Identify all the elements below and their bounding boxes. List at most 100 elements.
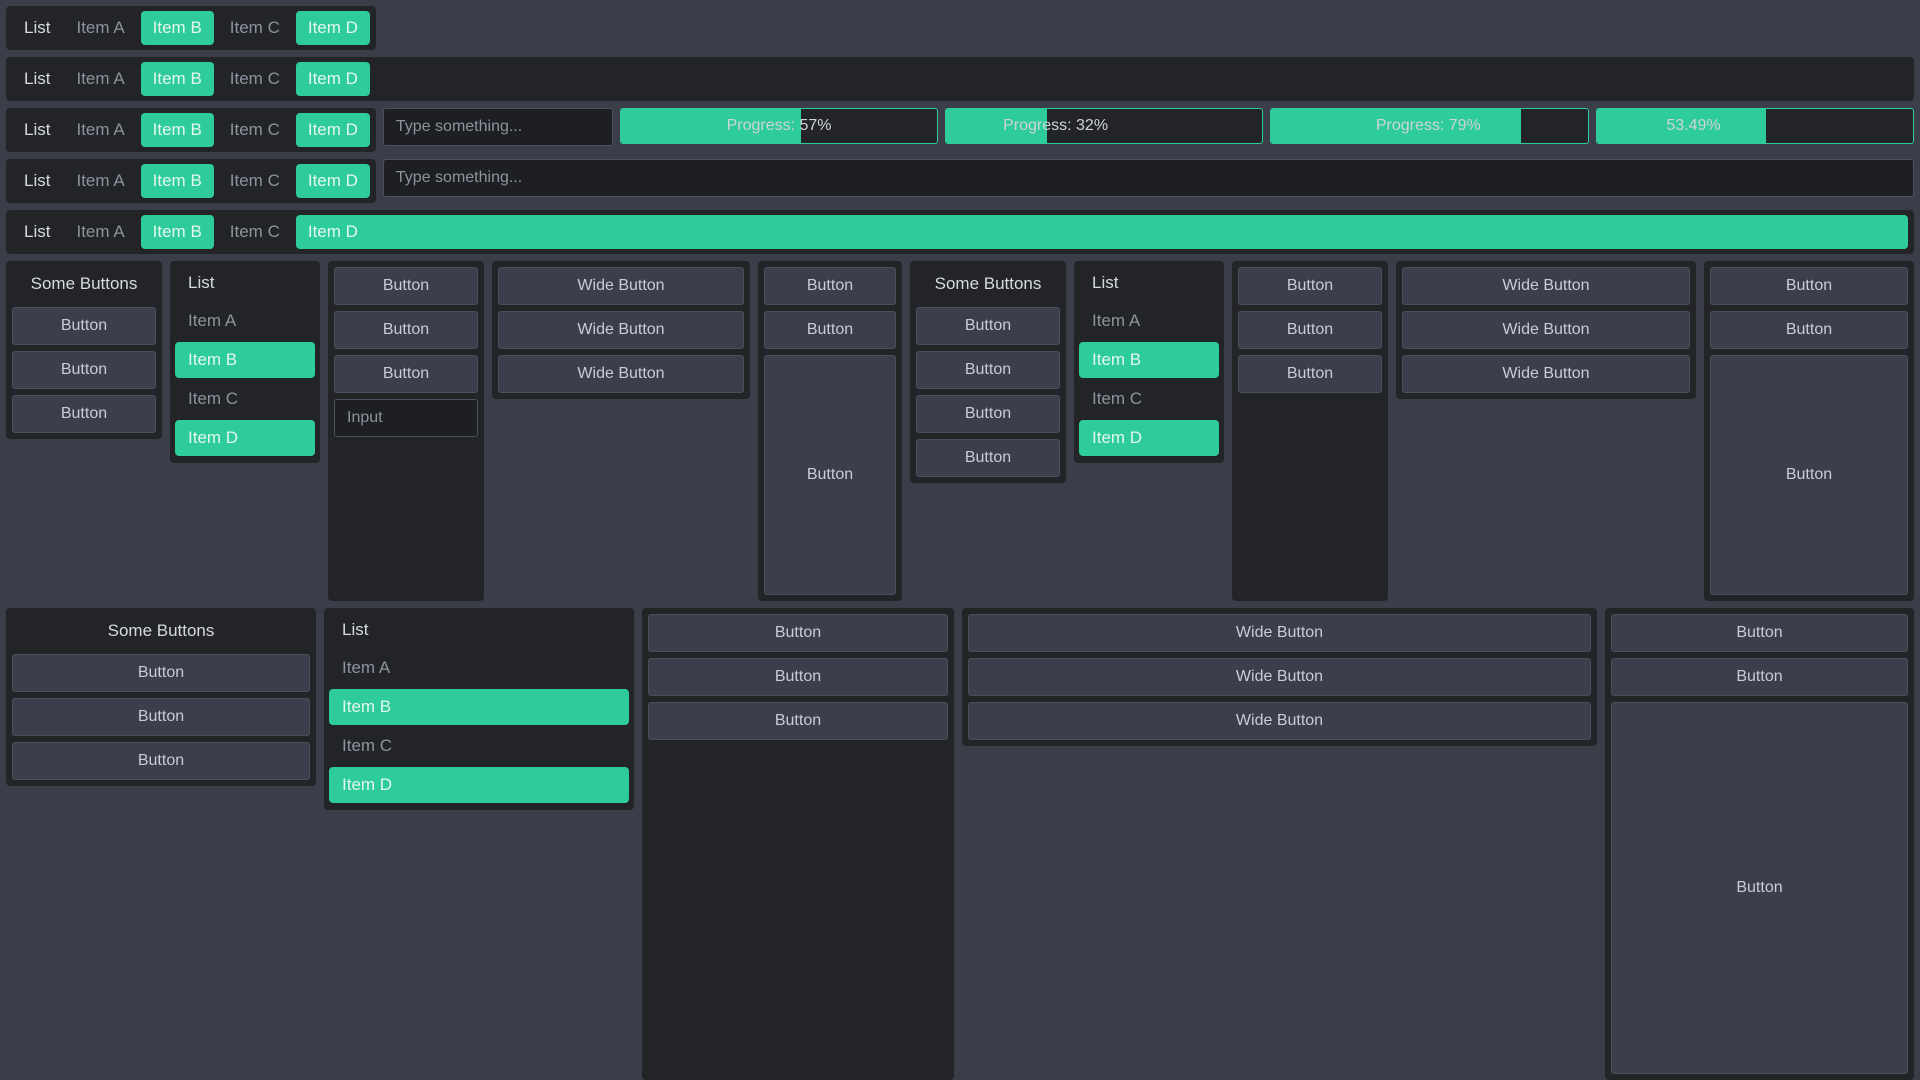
vertical-list-2: List Item A Item B Item C Item D: [1074, 261, 1224, 463]
bar-row-4: List Item A Item B Item C Item D Type so…: [6, 159, 1914, 203]
list-item-c[interactable]: Item C: [218, 62, 292, 96]
list-item-d[interactable]: Item D: [295, 62, 370, 96]
button-stack-3: Button Button Button: [1232, 261, 1388, 601]
button[interactable]: Button: [1710, 311, 1908, 349]
horizontal-list-5: List Item A Item B Item C Item D: [6, 210, 1914, 254]
button[interactable]: Button: [334, 355, 478, 393]
vertical-list-3: List Item A Item B Item C Item D: [324, 608, 634, 810]
list-item-b[interactable]: Item B: [140, 215, 214, 249]
progress-bar-1[interactable]: Progress: 57%: [619, 108, 939, 144]
button[interactable]: Button: [648, 658, 948, 696]
list-item-a[interactable]: Item A: [64, 113, 136, 147]
wide-button[interactable]: Wide Button: [1402, 267, 1690, 305]
tall-button[interactable]: Button: [764, 355, 896, 595]
bar-row-3: List Item A Item B Item C Item D Type so…: [6, 108, 1915, 152]
button[interactable]: Button: [1238, 311, 1382, 349]
list-title: List: [24, 171, 51, 190]
wide-button[interactable]: Wide Button: [968, 702, 1591, 740]
list-item-d[interactable]: Item D: [295, 11, 370, 45]
list-item-c[interactable]: Item C: [1079, 381, 1219, 417]
list-item-d[interactable]: Item D: [295, 215, 1908, 249]
bottom-band: Some Buttons Button Button Button List I…: [6, 608, 1914, 1080]
list-item-d[interactable]: Item D: [295, 164, 370, 198]
button[interactable]: Button: [334, 311, 478, 349]
button[interactable]: Button: [1710, 267, 1908, 305]
wide-button-group-2: Wide Button Wide Button Wide Button: [1396, 261, 1696, 399]
list-item-a[interactable]: Item A: [64, 62, 136, 96]
list-item-a[interactable]: Item A: [175, 303, 315, 339]
group-title: Some Buttons: [30, 274, 138, 293]
wide-button[interactable]: Wide Button: [498, 311, 744, 349]
list-item-d[interactable]: Item D: [295, 113, 370, 147]
button[interactable]: Button: [1611, 614, 1908, 652]
button-group-1: Some Buttons Button Button Button: [6, 261, 162, 439]
list-item-b[interactable]: Item B: [329, 689, 629, 725]
tall-button[interactable]: Button: [1710, 355, 1908, 595]
list-item-b[interactable]: Item B: [140, 164, 214, 198]
button[interactable]: Button: [12, 698, 310, 736]
button[interactable]: Button: [12, 742, 310, 780]
list-item-b[interactable]: Item B: [140, 113, 214, 147]
list-item-a[interactable]: Item A: [64, 215, 136, 249]
button-stack-6: Button Button Button: [1605, 608, 1914, 1080]
button[interactable]: Button: [764, 267, 896, 305]
progress-label: Progress: 32%: [1003, 117, 1109, 134]
wide-button[interactable]: Wide Button: [1402, 311, 1690, 349]
list-item-a[interactable]: Item A: [64, 11, 136, 45]
progress-bar-3[interactable]: Progress: 79%: [1270, 108, 1589, 144]
list-item-a[interactable]: Item A: [1079, 303, 1219, 339]
list-title: List: [342, 620, 369, 639]
horizontal-list-2: List Item A Item B Item C Item D: [6, 57, 1914, 101]
button-stack-2: Button Button Button: [758, 261, 902, 601]
progress-bar-4[interactable]: 53.49%: [1595, 108, 1915, 144]
wide-button[interactable]: Wide Button: [968, 614, 1591, 652]
button[interactable]: Button: [1611, 658, 1908, 696]
button[interactable]: Button: [12, 395, 156, 433]
wide-button[interactable]: Wide Button: [968, 658, 1591, 696]
wide-button[interactable]: Wide Button: [1402, 355, 1690, 393]
list-item-a[interactable]: Item A: [64, 164, 136, 198]
list-item-c[interactable]: Item C: [218, 113, 292, 147]
list-item-a[interactable]: Item A: [329, 650, 629, 686]
text-input-row3[interactable]: Type something...: [382, 108, 613, 146]
list-item-c[interactable]: Item C: [218, 215, 292, 249]
button[interactable]: Button: [764, 311, 896, 349]
list-item-b[interactable]: Item B: [1079, 342, 1219, 378]
button-stack-5: Button Button Button: [642, 608, 954, 1080]
list-title: List: [24, 222, 51, 241]
button[interactable]: Button: [916, 351, 1060, 389]
input-field[interactable]: Input: [334, 399, 478, 437]
button[interactable]: Button: [1238, 267, 1382, 305]
list-item-c[interactable]: Item C: [175, 381, 315, 417]
button[interactable]: Button: [334, 267, 478, 305]
list-item-c[interactable]: Item C: [218, 164, 292, 198]
list-title: List: [188, 273, 215, 292]
list-item-d[interactable]: Item D: [1079, 420, 1219, 456]
button[interactable]: Button: [12, 307, 156, 345]
progress-bar-2[interactable]: Progress: 32%: [945, 108, 1264, 144]
list-title: List: [24, 120, 51, 139]
list-item-b[interactable]: Item B: [140, 11, 214, 45]
vertical-list-1: List Item A Item B Item C Item D: [170, 261, 320, 463]
button[interactable]: Button: [12, 351, 156, 389]
list-item-d[interactable]: Item D: [329, 767, 629, 803]
bar-row-5: List Item A Item B Item C Item D: [6, 210, 1914, 254]
button[interactable]: Button: [648, 614, 948, 652]
list-item-c[interactable]: Item C: [218, 11, 292, 45]
text-input-row4[interactable]: Type something...: [382, 159, 1914, 197]
button[interactable]: Button: [1238, 355, 1382, 393]
list-item-b[interactable]: Item B: [140, 62, 214, 96]
tall-button[interactable]: Button: [1611, 702, 1908, 1074]
button[interactable]: Button: [648, 702, 948, 740]
wide-button[interactable]: Wide Button: [498, 267, 744, 305]
button[interactable]: Button: [12, 654, 310, 692]
button[interactable]: Button: [916, 307, 1060, 345]
list-item-b[interactable]: Item B: [175, 342, 315, 378]
button-group-3: Some Buttons Button Button Button: [6, 608, 316, 786]
list-item-d[interactable]: Item D: [175, 420, 315, 456]
button[interactable]: Button: [916, 439, 1060, 477]
list-item-c[interactable]: Item C: [329, 728, 629, 764]
wide-button[interactable]: Wide Button: [498, 355, 744, 393]
wide-button-group-3: Wide Button Wide Button Wide Button: [962, 608, 1597, 746]
button[interactable]: Button: [916, 395, 1060, 433]
